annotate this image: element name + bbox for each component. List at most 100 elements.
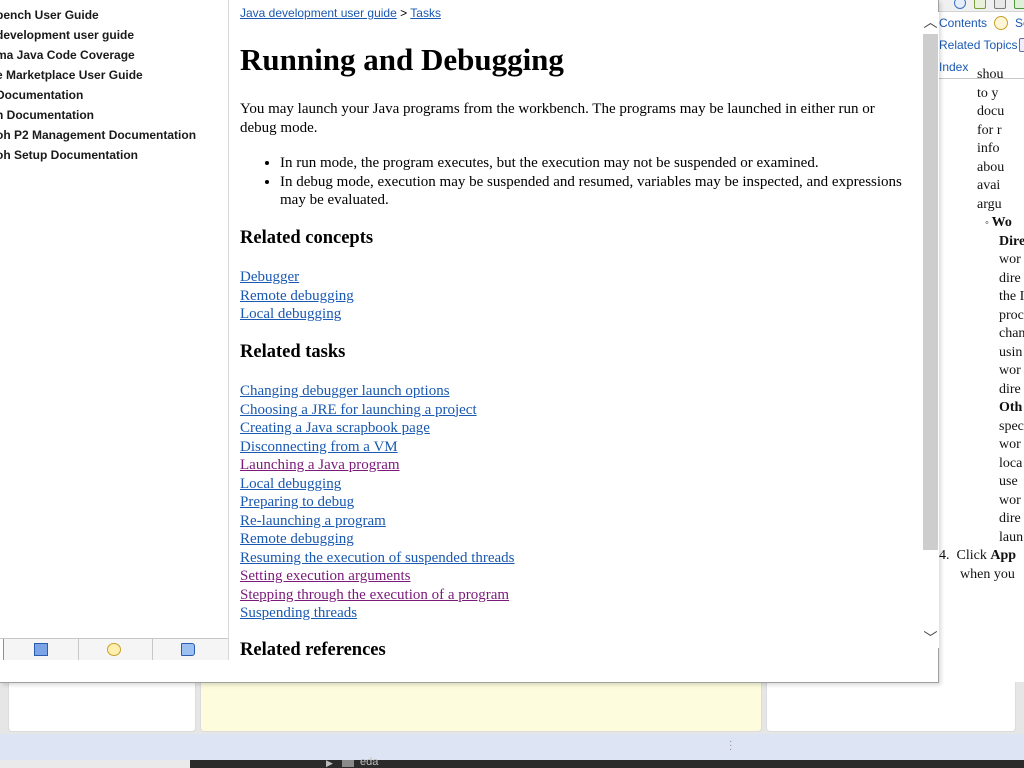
background-text: Dire bbox=[999, 233, 1024, 249]
breadcrumb-separator: > bbox=[400, 6, 408, 20]
bookmarks-icon bbox=[34, 643, 48, 656]
search-icon bbox=[107, 643, 121, 656]
content-scrollbar[interactable]: ︿ ﹀ bbox=[922, 12, 939, 648]
list-item: Remote debugging bbox=[240, 287, 354, 306]
search-icon[interactable] bbox=[994, 16, 1008, 30]
related-task-link[interactable]: Re-launching a program bbox=[240, 513, 386, 529]
background-text-line: docu bbox=[977, 103, 1004, 122]
taskbar-label[interactable]: eda bbox=[360, 756, 378, 768]
window-icon[interactable] bbox=[994, 0, 1006, 9]
related-task-link[interactable]: Changing debugger launch options bbox=[240, 383, 450, 399]
related-task-link[interactable]: Remote debugging bbox=[240, 531, 354, 547]
tab-search[interactable] bbox=[79, 639, 153, 660]
breadcrumb-link-parent[interactable]: Java development user guide bbox=[240, 6, 397, 20]
scroll-down-chevron-icon[interactable]: ﹀ bbox=[922, 628, 939, 648]
background-text: loca bbox=[999, 455, 1023, 471]
list-item: Launching a Java program bbox=[240, 456, 515, 475]
background-panel-editor bbox=[200, 682, 762, 732]
background-text: spec bbox=[999, 418, 1024, 434]
background-text-line: use bbox=[999, 473, 1018, 492]
scrollbar-thumb[interactable] bbox=[923, 34, 938, 550]
background-text: 4. Click bbox=[939, 548, 991, 563]
help-icon[interactable] bbox=[954, 0, 966, 9]
list-item: Setting execution arguments bbox=[240, 567, 515, 586]
background-text: Wo bbox=[991, 215, 1012, 230]
background-text-line: spec bbox=[999, 418, 1024, 437]
toc-item[interactable]: development user guide bbox=[0, 26, 196, 46]
background-text: to y bbox=[977, 85, 999, 101]
toc-item[interactable]: e Marketplace User Guide bbox=[0, 66, 196, 86]
list-item: In run mode, the program executes, but t… bbox=[280, 154, 912, 173]
toc-pane: bench User Guide development user guide ma… bbox=[0, 0, 228, 660]
related-concept-link[interactable]: Local debugging bbox=[240, 306, 341, 322]
search-scope-icon[interactable] bbox=[974, 0, 986, 9]
breadcrumb-link-current[interactable]: Tasks bbox=[410, 6, 441, 20]
related-task-link[interactable]: Local debugging bbox=[240, 476, 341, 492]
scroll-up-chevron-icon[interactable]: ︿ bbox=[922, 12, 939, 32]
toc-item[interactable]: oh P2 Management Documentation bbox=[0, 126, 196, 146]
background-text-line: avai bbox=[977, 177, 1000, 196]
related-concepts-heading: Related concepts bbox=[240, 228, 374, 248]
toc-list: bench User Guide development user guide ma… bbox=[0, 6, 196, 166]
toc-item[interactable]: ma Java Code Coverage bbox=[0, 46, 196, 66]
list-item: Suspending threads bbox=[240, 604, 515, 623]
tab-contents[interactable]: Contents bbox=[939, 16, 987, 30]
background-text: Oth bbox=[999, 400, 1023, 415]
background-text: proc bbox=[999, 307, 1024, 323]
list-item: Creating a Java scrapbook page bbox=[240, 419, 515, 438]
background-text: wor bbox=[999, 363, 1021, 378]
play-icon[interactable]: ▶ bbox=[326, 758, 333, 768]
book-icon bbox=[181, 643, 195, 656]
background-text-line: dire bbox=[999, 270, 1021, 289]
related-task-link[interactable]: Creating a Java scrapbook page bbox=[240, 420, 430, 436]
resize-grip-icon[interactable]: · · · bbox=[729, 737, 733, 755]
add-icon[interactable] bbox=[1014, 0, 1024, 9]
background-text: info bbox=[977, 141, 1000, 156]
background-text-line: dire bbox=[999, 381, 1021, 400]
tab-search[interactable]: Se bbox=[1015, 16, 1024, 30]
background-text-line: abou bbox=[977, 159, 1004, 178]
background-text: wor bbox=[999, 492, 1021, 508]
background-text-line: loca bbox=[999, 455, 1022, 474]
tab-index[interactable]: Index bbox=[939, 60, 968, 74]
toc-item[interactable]: bench User Guide bbox=[0, 6, 196, 26]
toc-item[interactable]: n Documentation bbox=[0, 106, 196, 126]
background-text-line: info bbox=[977, 140, 1000, 159]
related-task-link[interactable]: Stepping through the execution of a prog… bbox=[240, 587, 509, 603]
related-topics-icon[interactable] bbox=[1019, 38, 1024, 52]
list-item: Local debugging bbox=[240, 475, 515, 494]
related-concepts-list: Debugger Remote debugging Local debugging bbox=[240, 268, 354, 324]
background-text-line: Oth bbox=[999, 399, 1022, 418]
background-text-line: wor bbox=[999, 251, 1021, 270]
breadcrumb: Java development user guide > Tasks bbox=[240, 6, 441, 20]
background-text-line: for r bbox=[977, 122, 1002, 141]
related-task-link[interactable]: Preparing to debug bbox=[240, 494, 354, 510]
related-task-link[interactable]: Launching a Java program bbox=[240, 457, 400, 473]
list-item: Re-launching a program bbox=[240, 512, 515, 531]
related-concept-link[interactable]: Remote debugging bbox=[240, 288, 354, 304]
related-tasks-list: Changing debugger launch options Choosing… bbox=[240, 382, 515, 623]
tab-bookmarks[interactable] bbox=[4, 639, 79, 660]
tab-index[interactable] bbox=[153, 639, 228, 660]
list-item: Resuming the execution of suspended thre… bbox=[240, 549, 515, 568]
toc-item[interactable]: oh Setup Documentation bbox=[0, 146, 196, 166]
related-task-link[interactable]: Disconnecting from a VM bbox=[240, 439, 398, 455]
related-task-link[interactable]: Resuming the execution of suspended thre… bbox=[240, 550, 515, 566]
tab-related-topics[interactable]: Related Topics bbox=[939, 38, 1018, 52]
list-item: Changing debugger launch options bbox=[240, 382, 515, 401]
background-text-line: to y bbox=[977, 85, 998, 104]
background-text: shou bbox=[977, 67, 1004, 82]
list-item: Disconnecting from a VM bbox=[240, 438, 515, 457]
toc-item[interactable]: Documentation bbox=[0, 86, 196, 106]
background-panel-left bbox=[8, 682, 196, 732]
related-task-link[interactable]: Setting execution arguments bbox=[240, 568, 411, 584]
related-task-link[interactable]: Suspending threads bbox=[240, 605, 357, 621]
related-concept-link[interactable]: Debugger bbox=[240, 269, 299, 285]
related-task-link[interactable]: Choosing a JRE for launching a project bbox=[240, 402, 477, 418]
folder-icon[interactable] bbox=[342, 760, 354, 767]
list-item: In debug mode, execution may be suspende… bbox=[280, 173, 912, 210]
background-text-line: shou bbox=[977, 66, 1003, 85]
background-text: App bbox=[990, 548, 1017, 563]
background-text-line: chan bbox=[999, 325, 1024, 344]
taskbar: ▶ eda bbox=[0, 756, 1024, 768]
